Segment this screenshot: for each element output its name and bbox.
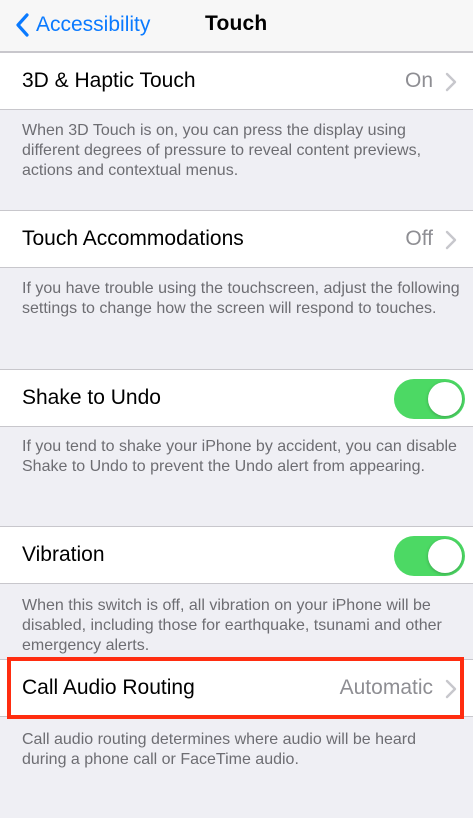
row-label: Touch Accommodations bbox=[22, 227, 244, 250]
row-call-audio-routing[interactable]: Call Audio Routing Automatic bbox=[0, 659, 473, 717]
chevron-left-icon bbox=[8, 10, 36, 40]
row-value: On bbox=[404, 69, 433, 92]
vibration-toggle[interactable] bbox=[394, 536, 465, 576]
row-touch-accommodations[interactable]: Touch Accommodations Off bbox=[0, 210, 473, 268]
toggle-knob bbox=[428, 539, 462, 573]
toggle-knob bbox=[428, 382, 462, 416]
chevron-right-icon bbox=[445, 679, 457, 699]
row-label: Shake to Undo bbox=[22, 386, 161, 409]
row-label: Vibration bbox=[22, 543, 105, 566]
row-footer-vibration: When this switch is off, all vibration o… bbox=[22, 597, 442, 654]
row-shake-to-undo: Shake to Undo bbox=[0, 369, 473, 427]
back-button-label: Accessibility bbox=[36, 13, 151, 36]
row-label: Call Audio Routing bbox=[22, 676, 195, 699]
row-footer-call-audio-routing: Call audio routing determines where audi… bbox=[22, 731, 417, 768]
row-label: 3D & Haptic Touch bbox=[22, 69, 196, 92]
row-value: Automatic bbox=[339, 676, 433, 699]
row-footer-touch-accommodations: If you have trouble using the touchscree… bbox=[22, 280, 460, 317]
back-button[interactable]: Accessibility bbox=[8, 10, 150, 40]
page-title: Touch bbox=[205, 12, 268, 35]
row-value: Off bbox=[405, 227, 433, 250]
row-vibration: Vibration bbox=[0, 526, 473, 584]
navigation-bar: Accessibility Touch bbox=[0, 0, 473, 52]
shake-to-undo-toggle[interactable] bbox=[394, 379, 465, 419]
row-footer-shake-to-undo: If you tend to shake your iPhone by acci… bbox=[22, 438, 457, 475]
row-footer-3d-haptic-touch: When 3D Touch is on, you can press the d… bbox=[22, 122, 422, 179]
chevron-right-icon bbox=[445, 72, 457, 92]
row-3d-haptic-touch[interactable]: 3D & Haptic Touch On bbox=[0, 52, 473, 110]
chevron-right-icon bbox=[445, 230, 457, 250]
